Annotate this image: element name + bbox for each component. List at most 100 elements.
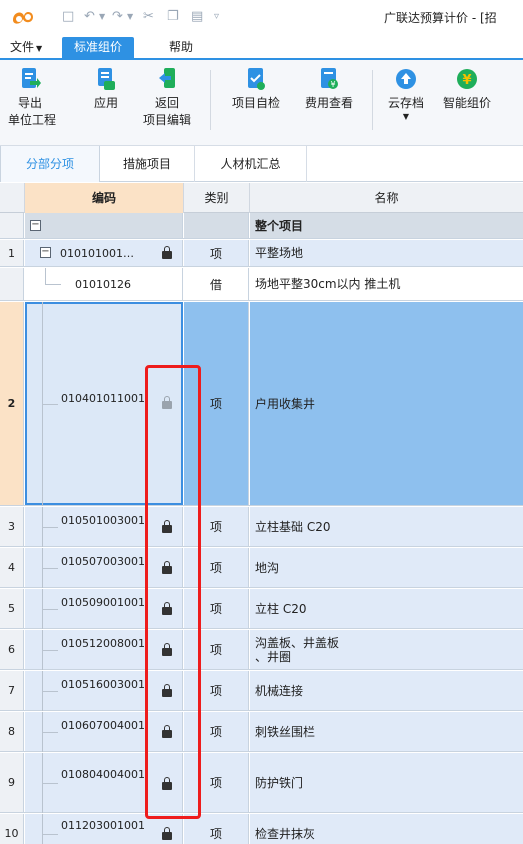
ribbon-separator — [210, 70, 211, 130]
menu-file-label: 文件 — [10, 40, 35, 54]
redo-icon[interactable]: ↷ — [112, 9, 123, 25]
name-cell[interactable]: 场地平整30cm以内 推土机 — [250, 268, 523, 300]
export-unit-project-button[interactable]: 导出 单位工程 — [8, 66, 56, 129]
chevron-down-icon: ▼ — [36, 44, 43, 53]
table-row[interactable]: 5 010509001001 项 立柱 C20 — [0, 589, 523, 629]
code-text: 010516003001 — [61, 678, 145, 691]
row-number: 10 — [0, 814, 24, 844]
tree-line — [42, 568, 58, 569]
code-text: 01010126 — [75, 278, 131, 291]
tree-line — [42, 404, 58, 405]
highlight-box — [145, 365, 201, 819]
code-text: 010804004001 — [61, 768, 145, 781]
collapse-icon[interactable]: − — [40, 247, 51, 258]
code-cell[interactable]: 01010126 — [25, 268, 183, 300]
menu-bar: 文件 ▼ 标准组价 帮助 — [0, 34, 523, 58]
name-cell[interactable]: 检查井抹灰 — [250, 814, 523, 844]
lock-icon[interactable] — [162, 246, 172, 260]
undo-icon[interactable]: ↶ — [84, 9, 95, 25]
name-cell[interactable]: 立柱 C20 — [250, 589, 523, 628]
table-row[interactable]: 1 − 010101001… 项 平整场地 — [0, 240, 523, 267]
type-cell[interactable] — [184, 213, 249, 238]
table-row[interactable]: 7 010516003001 项 机械连接 — [0, 671, 523, 711]
code-text: 010509001001 — [61, 596, 145, 609]
table-row-total[interactable]: − 整个项目 — [0, 213, 523, 239]
redo-dropdown-icon[interactable]: ▼ — [127, 9, 133, 25]
svg-text:¥: ¥ — [462, 73, 471, 88]
header-code[interactable]: 编码 — [25, 183, 184, 213]
row-number: 9 — [0, 753, 24, 812]
cloud-archive-button[interactable]: 云存档 ▼ — [384, 66, 428, 122]
return-project-edit-label: 返回 项目编辑 — [142, 96, 191, 127]
tab-sub-items[interactable]: 分部分项 — [0, 146, 100, 182]
smart-pricing-button[interactable]: ¥ 智能组价 — [436, 66, 498, 112]
undo-dropdown-icon[interactable]: ▼ — [99, 9, 105, 25]
table-row[interactable]: 8 010607004001 项 刺铁丝围栏 — [0, 712, 523, 752]
svg-text:¥: ¥ — [330, 80, 335, 89]
menu-help[interactable]: 帮助 — [169, 37, 193, 58]
code-text: 010501003001 — [61, 514, 145, 527]
name-cell[interactable]: 地沟 — [250, 548, 523, 587]
title-bar: □ ↶ ▼ ↷ ▼ ✂ ❐ ▤ ▿ 广联达预算计价 - [招 — [0, 0, 523, 34]
menu-standard-pricing-label: 标准组价 — [74, 40, 123, 54]
paste-icon[interactable]: ▤ — [191, 9, 203, 25]
table-row[interactable]: 10 011203001001 项 检查井抹灰 — [0, 814, 523, 844]
name-cell[interactable]: 户用收集井 — [250, 302, 523, 505]
apply-button[interactable]: 应用 — [88, 66, 124, 112]
row-number: 4 — [0, 548, 24, 587]
table-row[interactable]: 9 010804004001 项 防护铁门 — [0, 753, 523, 813]
code-cell[interactable]: − — [25, 213, 183, 238]
collapse-icon[interactable]: − — [30, 220, 41, 231]
name-cell[interactable]: 刺铁丝围栏 — [250, 712, 523, 751]
name-cell[interactable]: 整个项目 — [250, 213, 523, 238]
tree-line — [45, 284, 61, 285]
cost-view-label: 费用查看 — [304, 96, 353, 110]
menu-file[interactable]: 文件 ▼ — [10, 37, 42, 58]
customize-icon[interactable]: ▿ — [214, 9, 219, 25]
header-name[interactable]: 名称 — [250, 183, 523, 213]
table-row-selected[interactable]: 2 010401011001 项 户用收集井 — [0, 302, 523, 506]
type-cell[interactable]: 借 — [184, 268, 249, 300]
tree-line — [42, 814, 43, 844]
table-row[interactable]: 3 010501003001 项 立柱基础 C20 — [0, 507, 523, 547]
project-self-check-button[interactable]: 项目自检 — [226, 66, 286, 112]
view-tabs: 分部分项 措施项目 人材机汇总 — [0, 146, 523, 182]
name-cell[interactable]: 平整场地 — [250, 240, 523, 266]
menu-help-label: 帮助 — [169, 40, 194, 54]
lock-icon[interactable] — [162, 827, 172, 841]
self-check-icon — [248, 68, 265, 90]
chevron-down-icon[interactable]: ▼ — [384, 112, 428, 122]
name-cell[interactable]: 机械连接 — [250, 671, 523, 710]
row-number: 2 — [0, 302, 24, 505]
row-number: 5 — [0, 589, 24, 628]
table-row-sub[interactable]: 01010126 借 场地平整30cm以内 推土机 — [0, 268, 523, 301]
name-cell[interactable]: 防护铁门 — [250, 753, 523, 812]
code-cell[interactable]: − 010101001… — [25, 240, 183, 266]
type-cell[interactable]: 项 — [184, 240, 249, 266]
tree-line — [42, 732, 58, 733]
cut-icon[interactable]: ✂ — [143, 9, 154, 25]
name-cell[interactable]: 立柱基础 C20 — [250, 507, 523, 546]
return-project-edit-button[interactable]: 返回 项目编辑 — [136, 66, 198, 129]
apply-label: 应用 — [93, 96, 118, 110]
tab-measures[interactable]: 措施项目 — [100, 146, 195, 182]
name-cell[interactable]: 沟盖板、井盖板 、井圈 — [250, 630, 523, 669]
cost-view-button[interactable]: ¥ 费用查看 — [298, 66, 360, 112]
table-row[interactable]: 6 010512008001 项 沟盖板、井盖板 、井圈 — [0, 630, 523, 670]
menu-standard-pricing[interactable]: 标准组价 — [62, 37, 135, 58]
cost-view-icon: ¥ — [321, 68, 338, 89]
tree-line — [45, 268, 46, 284]
row-number: 3 — [0, 507, 24, 546]
row-number: 7 — [0, 671, 24, 710]
tree-line — [42, 609, 58, 610]
table-row[interactable]: 4 010507003001 项 地沟 — [0, 548, 523, 588]
header-type[interactable]: 类别 — [184, 183, 250, 213]
copy-icon[interactable]: ❐ — [167, 9, 179, 25]
apply-icon — [98, 68, 115, 90]
tree-line — [42, 783, 58, 784]
row-number — [0, 213, 24, 238]
row-number — [0, 268, 24, 300]
window-title: 广联达预算计价 - [招 — [384, 11, 497, 25]
tab-labor-material-summary[interactable]: 人材机汇总 — [195, 146, 307, 182]
save-icon[interactable]: □ — [62, 9, 74, 25]
